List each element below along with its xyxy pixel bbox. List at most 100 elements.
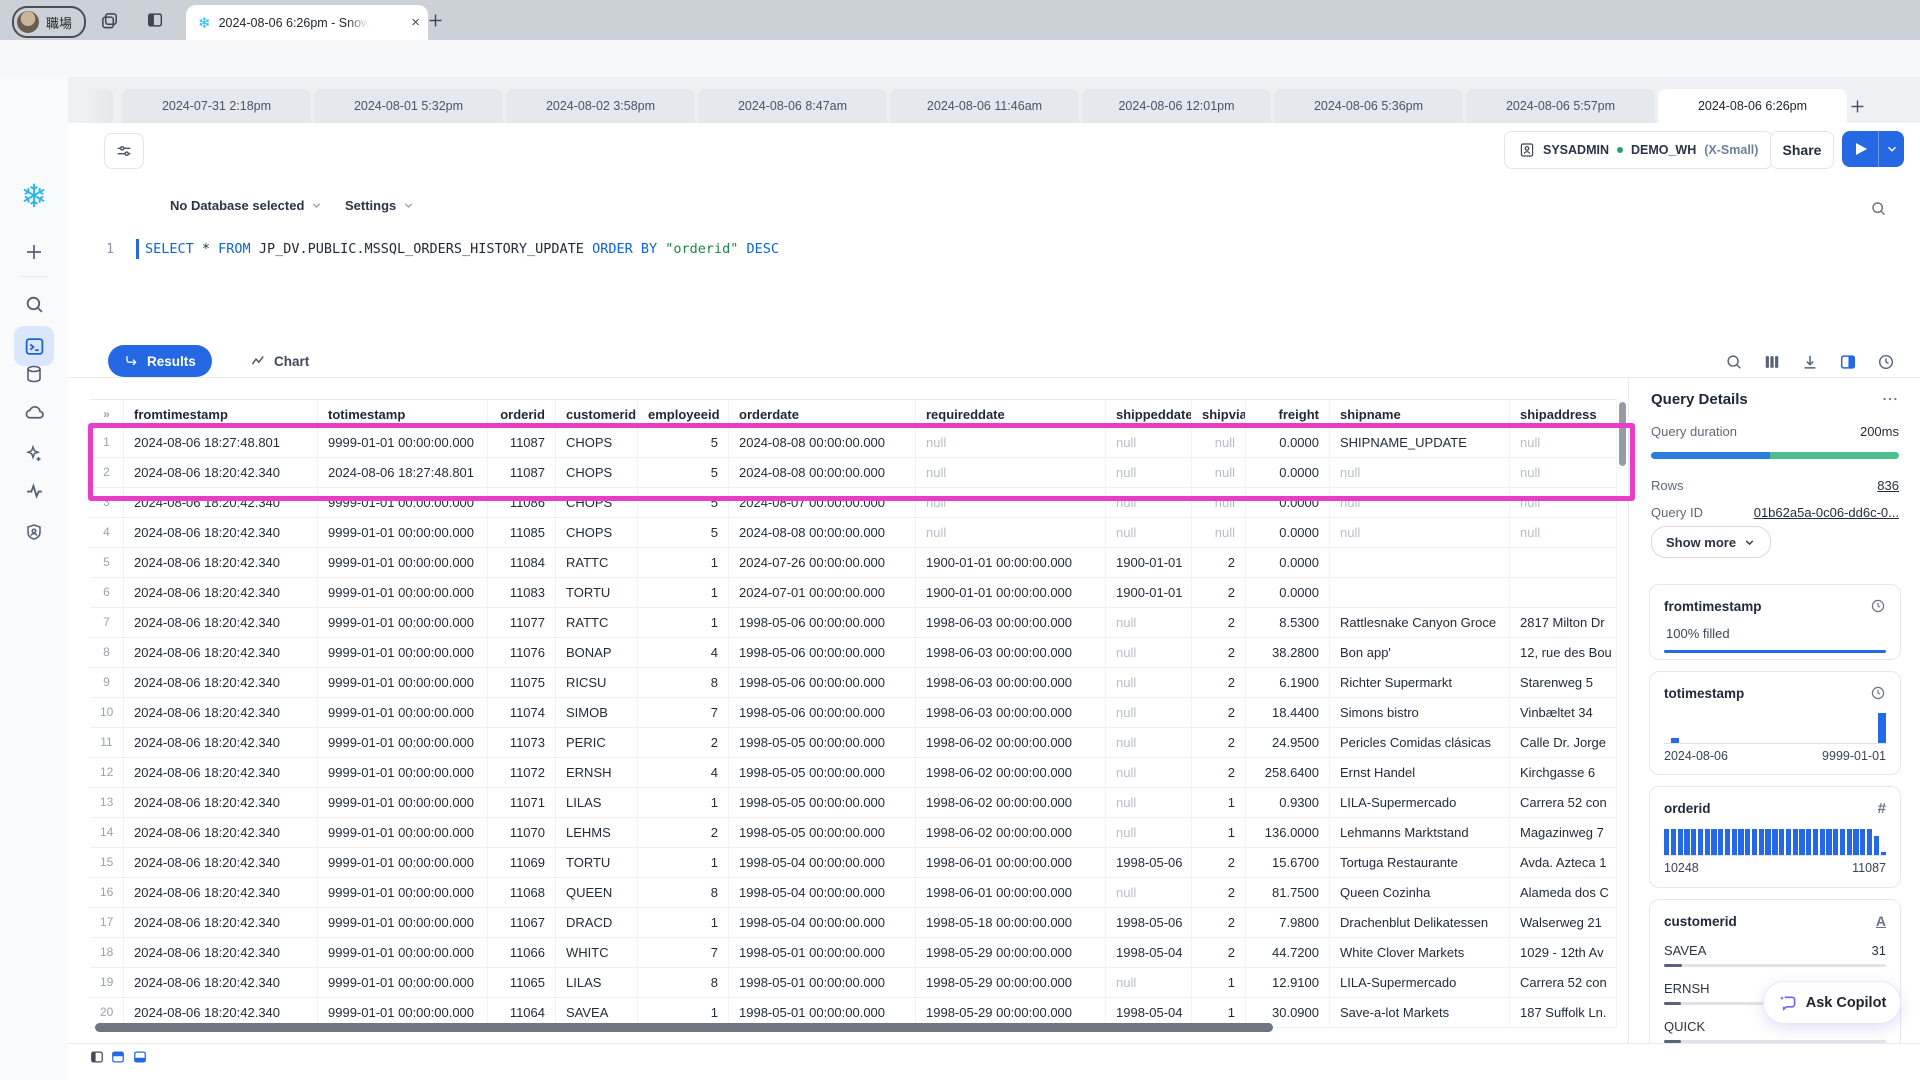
settings-dropdown[interactable]: Settings (345, 198, 415, 213)
table-row[interactable]: 142024-08-06 18:20:42.3409999-01-01 00:0… (90, 818, 1617, 848)
table-cell: 2 (1192, 638, 1246, 667)
worksheet-tab[interactable]: 2024-07-31 2:18pm (122, 89, 311, 123)
layout-left-panel-icon[interactable] (90, 1050, 104, 1064)
worksheet-tab[interactable]: 2024-08-06 5:36pm (1274, 89, 1463, 123)
panel-menu-icon[interactable] (1881, 390, 1899, 408)
table-cell: 2024-08-06 18:20:42.340 (124, 458, 318, 487)
browser-profile-button[interactable]: 職場 (12, 6, 86, 38)
table-row[interactable]: 152024-08-06 18:20:42.3409999-01-01 00:0… (90, 848, 1617, 878)
vertical-tabs-icon[interactable] (138, 0, 172, 40)
table-row[interactable]: 132024-08-06 18:20:42.3409999-01-01 00:0… (90, 788, 1617, 818)
worksheet-tab[interactable]: 2024-08-06 12:01pm (1082, 89, 1271, 123)
sidebar-ai-ml-icon[interactable] (0, 435, 68, 473)
table-row[interactable]: 102024-08-06 18:20:42.3409999-01-01 00:0… (90, 698, 1617, 728)
table-cell: 24.9500 (1246, 728, 1330, 757)
table-row[interactable]: 62024-08-06 18:20:42.3409999-01-01 00:00… (90, 578, 1617, 608)
table-row[interactable]: 12024-08-06 18:27:48.8019999-01-01 00:00… (90, 428, 1617, 458)
column-header[interactable]: shipname (1330, 400, 1510, 427)
workspaces-icon[interactable] (92, 0, 126, 40)
column-header[interactable]: customerid (556, 400, 638, 427)
history-icon[interactable] (1875, 351, 1897, 373)
table-cell: 2024-08-06 18:20:42.340 (124, 698, 318, 727)
sidebar-search-icon[interactable] (0, 285, 68, 323)
table-cell (1330, 548, 1510, 577)
tab-results[interactable]: Results (108, 345, 212, 377)
tab-chart[interactable]: Chart (250, 345, 309, 377)
table-cell: 15.6700 (1246, 848, 1330, 877)
sidebar-activity-icon[interactable] (0, 471, 68, 509)
panel-toggle-button[interactable] (104, 133, 144, 169)
column-header[interactable]: fromtimestamp (124, 400, 318, 427)
browser-tab[interactable]: ❄ 2024-08-06 6:26pm - Snowfla × (186, 5, 428, 40)
table-row[interactable]: 32024-08-06 18:20:42.3409999-01-01 00:00… (90, 488, 1617, 518)
table-cell: 1998-06-03 00:00:00.000 (916, 668, 1106, 697)
table-row[interactable]: 22024-08-06 18:20:42.3402024-08-06 18:27… (90, 458, 1617, 488)
screen: 職場 ❄ 2024-08-06 6:26pm - Snowfla × (0, 0, 1920, 1080)
layout-editor-panel-icon[interactable] (111, 1050, 125, 1064)
table-row[interactable]: 182024-08-06 18:20:42.3409999-01-01 00:0… (90, 938, 1617, 968)
worksheet-tab[interactable]: 2024-08-06 11:46am (890, 89, 1079, 123)
download-icon[interactable] (1799, 351, 1821, 373)
snowflake-logo-icon[interactable]: ❄ (0, 177, 68, 215)
table-row[interactable]: 42024-08-06 18:20:42.3409999-01-01 00:00… (90, 518, 1617, 548)
run-options-button[interactable] (1879, 131, 1904, 167)
histogram-bar (1806, 829, 1811, 855)
worksheet-tab[interactable]: 2024-08-06 5:57pm (1466, 89, 1655, 123)
new-worksheet-icon[interactable] (1842, 91, 1872, 121)
sidebar-data-icon[interactable] (0, 355, 68, 393)
table-row[interactable]: 162024-08-06 18:20:42.3409999-01-01 00:0… (90, 878, 1617, 908)
table-row[interactable]: 92024-08-06 18:20:42.3409999-01-01 00:00… (90, 668, 1617, 698)
table-row[interactable]: 52024-08-06 18:20:42.3409999-01-01 00:00… (90, 548, 1617, 578)
column-header[interactable]: totimestamp (318, 400, 488, 427)
rows-link[interactable]: 836 (1877, 478, 1899, 493)
worksheet-tab[interactable]: 2024-08-06 8:47am (698, 89, 887, 123)
database-selector[interactable]: No Database selected (170, 198, 323, 213)
worksheet-tab[interactable]: 2024-08-02 3:58pm (506, 89, 695, 123)
top-value-texts: SAVEA31 (1664, 943, 1886, 958)
horizontal-scrollbar[interactable] (95, 1023, 1273, 1032)
new-browser-tab-icon[interactable] (418, 0, 452, 40)
editor-search-icon[interactable] (1866, 196, 1890, 220)
run-play-button[interactable] (1842, 131, 1879, 167)
worksheet-tab[interactable]: 2024-08-01 5:32pm (314, 89, 503, 123)
row-number: 11 (90, 728, 124, 757)
table-row[interactable]: 192024-08-06 18:20:42.3409999-01-01 00:0… (90, 968, 1617, 998)
context-selector[interactable]: SYSADMIN DEMO_WH (X-Small) (1504, 131, 1773, 169)
column-header[interactable]: shipaddress (1510, 400, 1617, 427)
sidebar-marketplace-icon[interactable] (0, 393, 68, 431)
sidebar-new-icon[interactable] (0, 233, 68, 271)
column-header[interactable]: employeeid (638, 400, 729, 427)
table-cell: 2024-08-06 18:20:42.340 (124, 788, 318, 817)
share-button[interactable]: Share (1770, 131, 1834, 169)
table-cell: Magazinweg 7 (1510, 818, 1617, 847)
column-header[interactable]: orderdate (729, 400, 916, 427)
table-cell: 1998-06-02 00:00:00.000 (916, 788, 1106, 817)
table-row[interactable]: 72024-08-06 18:20:42.3409999-01-01 00:00… (90, 608, 1617, 638)
query-id-link[interactable]: 01b62a5a-0c06-dd6c-0... (1754, 505, 1899, 520)
worksheet-tab-stub[interactable] (83, 89, 113, 123)
top-value-label: SAVEA (1664, 943, 1706, 958)
duration-value: 200ms (1860, 424, 1899, 439)
table-row[interactable]: 112024-08-06 18:20:42.3409999-01-01 00:0… (90, 728, 1617, 758)
table-row[interactable]: 82024-08-06 18:20:42.3409999-01-01 00:00… (90, 638, 1617, 668)
split-pane-icon[interactable] (1837, 351, 1859, 373)
table-row[interactable]: 122024-08-06 18:20:42.3409999-01-01 00:0… (90, 758, 1617, 788)
expand-rows-icon[interactable]: » (90, 400, 124, 427)
results-search-icon[interactable] (1723, 351, 1745, 373)
sql-editor-line[interactable]: 1 SELECT * FROM JP_DV.PUBLIC.MSSQL_ORDER… (90, 238, 779, 260)
vertical-scrollbar[interactable] (1619, 402, 1626, 466)
layout-results-panel-icon[interactable] (133, 1050, 147, 1064)
column-header[interactable]: orderid (488, 400, 556, 427)
sidebar-admin-icon[interactable] (0, 513, 68, 551)
table-row[interactable]: 172024-08-06 18:20:42.3409999-01-01 00:0… (90, 908, 1617, 938)
table-cell: 1 (638, 548, 729, 577)
show-more-button[interactable]: Show more (1651, 526, 1771, 558)
table-cell: WHITC (556, 938, 638, 967)
columns-icon[interactable] (1761, 351, 1783, 373)
column-header[interactable]: freight (1246, 400, 1330, 427)
ask-copilot-button[interactable]: Ask Copilot (1763, 981, 1901, 1024)
worksheet-tab[interactable]: 2024-08-06 6:26pm (1658, 89, 1847, 123)
column-header[interactable]: shippeddate (1106, 400, 1192, 427)
column-header[interactable]: requireddate (916, 400, 1106, 427)
column-header[interactable]: shipvia (1192, 400, 1246, 427)
